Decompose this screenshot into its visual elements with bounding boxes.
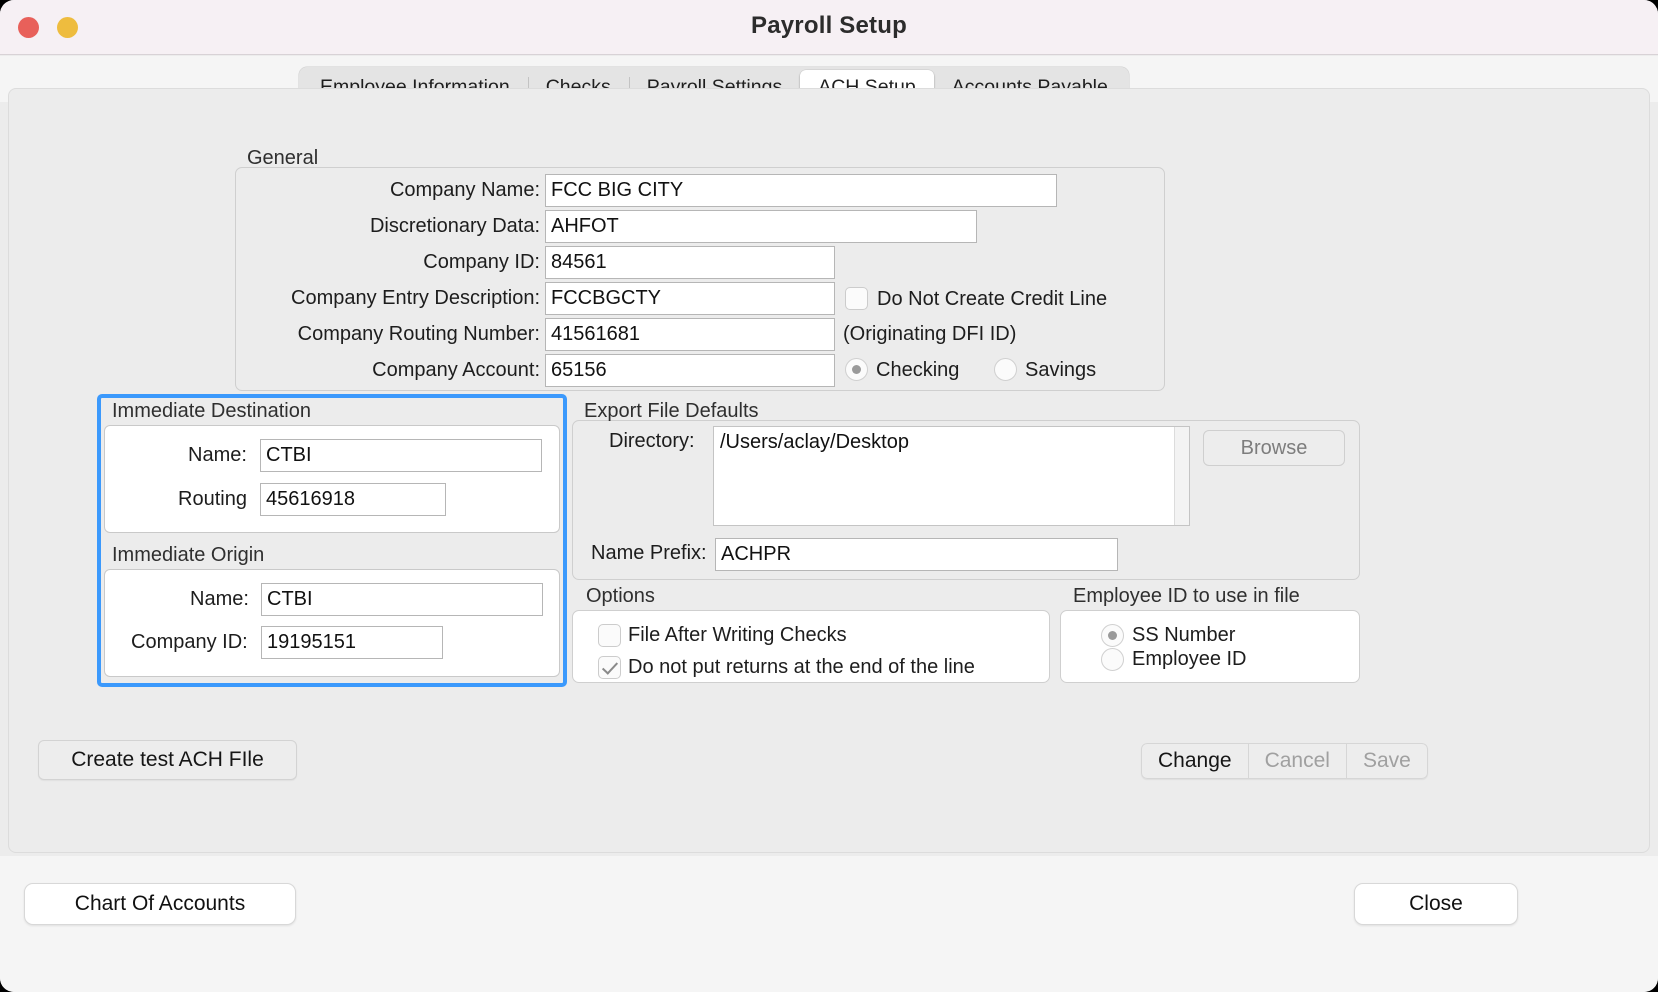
close-button[interactable]: Close — [1354, 883, 1518, 925]
employee-id-employee-id-label: Employee ID — [1132, 648, 1247, 671]
window-title: Payroll Setup — [0, 12, 1658, 40]
discretionary-data-input[interactable]: AHFOT — [545, 210, 977, 243]
discretionary-data-label: Discretionary Data: — [370, 210, 540, 243]
payroll-setup-window: Payroll Setup Employee Information Check… — [0, 0, 1658, 992]
company-account-label: Company Account: — [372, 354, 540, 387]
file-after-writing-checks-checkbox[interactable] — [598, 624, 621, 647]
company-routing-number-input[interactable]: 41561681 — [545, 318, 835, 351]
do-not-create-credit-line-label: Do Not Create Credit Line — [877, 288, 1107, 311]
company-entry-description-label: Company Entry Description: — [291, 282, 540, 315]
directory-label: Directory: — [609, 430, 695, 453]
destination-routing-input[interactable]: 45616918 — [260, 483, 446, 516]
do-not-create-credit-line-checkbox[interactable] — [845, 287, 868, 310]
create-test-ach-file-button[interactable]: Create test ACH FIle — [38, 740, 297, 780]
destination-routing-label: Routing — [178, 488, 247, 511]
account-type-checking-radio[interactable] — [845, 358, 868, 381]
origin-name-label: Name: — [190, 588, 249, 611]
employee-id-employee-id-radio[interactable] — [1101, 648, 1124, 671]
destination-name-label: Name: — [188, 444, 247, 467]
employee-id-label: Employee ID to use in file — [1073, 585, 1300, 608]
originating-dfi-note: (Originating DFI ID) — [843, 323, 1016, 346]
file-after-writing-checks-label: File After Writing Checks — [628, 624, 847, 647]
company-routing-number-label: Company Routing Number: — [298, 318, 540, 351]
immediate-destination-label: Immediate Destination — [112, 400, 311, 423]
directory-input[interactable]: /Users/aclay/Desktop — [713, 426, 1190, 526]
browse-button[interactable]: Browse — [1203, 430, 1345, 466]
name-prefix-label: Name Prefix: — [591, 542, 707, 565]
account-type-savings-radio[interactable] — [994, 358, 1017, 381]
change-cancel-save-segmented-control: Change Cancel Save — [1141, 743, 1428, 779]
origin-company-id-label: Company ID: — [131, 631, 248, 654]
title-bar: Payroll Setup — [0, 0, 1658, 55]
directory-scrollbar[interactable] — [1174, 427, 1189, 525]
company-entry-description-row: Company Entry Description: — [300, 282, 540, 315]
export-file-defaults-label: Export File Defaults — [584, 400, 759, 423]
options-label: Options — [586, 585, 655, 608]
change-button[interactable]: Change — [1141, 743, 1249, 779]
immediate-origin-label: Immediate Origin — [112, 544, 264, 567]
destination-name-input[interactable]: CTBI — [260, 439, 542, 472]
account-type-checking-label: Checking — [876, 359, 959, 382]
cancel-button[interactable]: Cancel — [1249, 743, 1347, 779]
company-name-input[interactable]: FCC BIG CITY — [545, 174, 1057, 207]
company-name-row: Company Name: — [300, 174, 540, 207]
company-account-input[interactable]: 65156 — [545, 354, 835, 387]
save-button[interactable]: Save — [1347, 743, 1428, 779]
company-id-label: Company ID: — [423, 246, 540, 279]
no-returns-end-of-line-label: Do not put returns at the end of the lin… — [628, 656, 975, 679]
employee-id-ss-number-label: SS Number — [1132, 624, 1235, 647]
company-routing-number-row: Company Routing Number: — [300, 318, 540, 351]
footer-bar: Chart Of Accounts Close — [0, 856, 1658, 992]
origin-name-input[interactable]: CTBI — [261, 583, 543, 616]
company-id-row: Company ID: — [300, 246, 540, 279]
chart-of-accounts-button[interactable]: Chart Of Accounts — [24, 883, 296, 925]
company-account-row: Company Account: — [300, 354, 540, 387]
company-name-label: Company Name: — [390, 174, 540, 207]
company-id-input[interactable]: 84561 — [545, 246, 835, 279]
discretionary-data-row: Discretionary Data: — [300, 210, 540, 243]
employee-id-ss-number-radio[interactable] — [1101, 624, 1124, 647]
origin-company-id-input[interactable]: 19195151 — [261, 626, 443, 659]
no-returns-end-of-line-checkbox[interactable] — [598, 656, 621, 679]
company-entry-description-input[interactable]: FCCBGCTY — [545, 282, 835, 315]
name-prefix-input[interactable]: ACHPR — [715, 538, 1118, 571]
account-type-savings-label: Savings — [1025, 359, 1096, 382]
